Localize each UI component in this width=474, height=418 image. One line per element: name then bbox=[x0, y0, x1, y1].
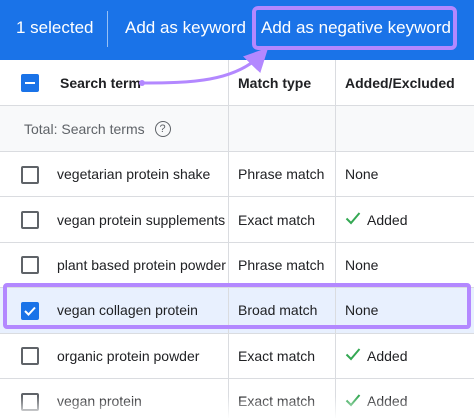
total-row: Total: Search terms ? bbox=[0, 106, 474, 152]
status-text: None bbox=[345, 256, 379, 273]
added-excluded-cell: None bbox=[345, 243, 378, 287]
search-term-cell: plant based protein powder bbox=[57, 256, 226, 273]
table-row[interactable]: organic protein powder Exact match Added bbox=[0, 333, 474, 379]
added-excluded-cell: None bbox=[345, 152, 378, 196]
added-excluded-cell: Added bbox=[345, 197, 407, 241]
check-icon bbox=[345, 347, 361, 364]
column-header-added-excluded[interactable]: Added/Excluded bbox=[345, 60, 455, 105]
search-term-cell: organic protein powder bbox=[57, 347, 200, 364]
column-header-match-type[interactable]: Match type bbox=[238, 60, 311, 105]
column-header-search-term[interactable]: Search term bbox=[60, 60, 141, 105]
search-term-cell: vegetarian protein shake bbox=[57, 166, 211, 183]
search-term-cell: vegan protein supplements bbox=[57, 211, 226, 228]
negative-keyword-highlight bbox=[252, 6, 457, 50]
match-type-cell: Exact match bbox=[238, 211, 316, 228]
selected-count: 1 selected bbox=[16, 18, 94, 37]
table-row[interactable]: plant based protein powder Phrase match No… bbox=[0, 242, 474, 289]
table-row[interactable]: vegetarian protein shake Phrase match None bbox=[0, 152, 474, 198]
bottom-fade bbox=[0, 396, 474, 418]
toolbar-divider bbox=[107, 11, 108, 47]
total-label: Total: Search terms bbox=[24, 120, 145, 137]
row-checkbox[interactable] bbox=[21, 256, 39, 275]
row-checkbox[interactable] bbox=[21, 347, 39, 366]
select-all-checkbox[interactable] bbox=[21, 74, 39, 92]
add-as-keyword-button[interactable]: Add as keyword bbox=[125, 18, 246, 38]
status-text: None bbox=[345, 166, 379, 183]
selected-row-highlight bbox=[3, 283, 471, 329]
selection-toolbar: 1 selected Add as keyword Add as negativ… bbox=[0, 0, 474, 60]
help-icon[interactable]: ? bbox=[154, 120, 171, 137]
match-type-cell: Phrase match bbox=[238, 166, 325, 183]
row-checkbox[interactable] bbox=[21, 165, 39, 184]
row-checkbox[interactable] bbox=[21, 211, 39, 230]
match-type-cell: Exact match bbox=[238, 347, 316, 364]
added-excluded-cell: Added bbox=[345, 334, 407, 378]
match-type-cell: Phrase match bbox=[238, 256, 325, 273]
table-row[interactable]: vegan protein supplements Exact match Adde… bbox=[0, 197, 474, 243]
check-icon bbox=[345, 211, 361, 228]
status-text: Added bbox=[367, 347, 408, 364]
status-text: Added bbox=[367, 211, 408, 228]
table-header: Search term Match type Added/Excluded bbox=[0, 60, 474, 106]
